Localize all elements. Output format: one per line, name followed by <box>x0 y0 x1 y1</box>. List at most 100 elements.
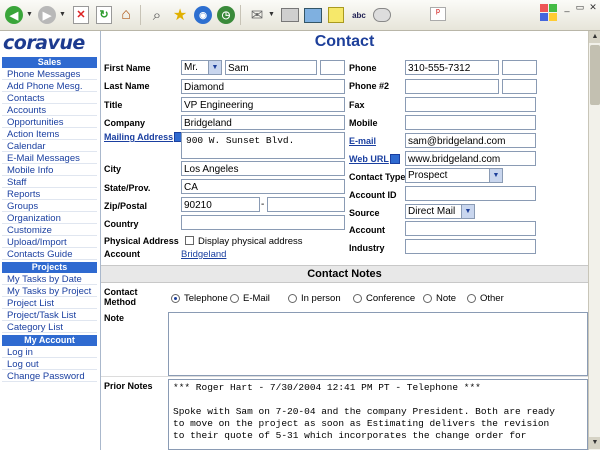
salutation-select[interactable]: Mr. ▼ <box>181 60 222 75</box>
restore-button[interactable]: ▭ <box>574 2 586 13</box>
close-button[interactable]: ✕ <box>587 2 599 13</box>
physical-address-label: Physical Address <box>104 236 179 246</box>
source-select[interactable]: Direct Mail ▼ <box>405 204 475 219</box>
scroll-down-button[interactable]: ▼ <box>589 437 600 449</box>
forward-icon[interactable]: ▶ <box>36 4 58 26</box>
phone2-ext-input[interactable] <box>502 79 537 94</box>
nav-item[interactable]: Log in <box>2 347 97 358</box>
nav-item[interactable]: Customize <box>2 225 97 236</box>
contact-type-select[interactable]: Prospect ▼ <box>405 168 503 183</box>
nav-item[interactable]: Opportunities <box>2 117 97 128</box>
email-input[interactable]: sam@bridgeland.com <box>405 133 536 148</box>
city-label: City <box>104 164 122 174</box>
mailing-address-input[interactable]: 900 W. Sunset Blvd. <box>181 132 345 159</box>
company-input[interactable]: Bridgeland <box>181 115 345 130</box>
zip-ext-input[interactable] <box>267 197 345 212</box>
contact-method-radio[interactable] <box>423 294 432 303</box>
nav-item[interactable]: My Tasks by Project <box>2 286 97 297</box>
chevron-down-icon[interactable]: ▼ <box>489 169 502 182</box>
nav-item[interactable]: Contacts <box>2 93 97 104</box>
title-label: Title <box>104 100 123 110</box>
browser-toolbar: ◀ ▼ ▶ ▼ ✕ ↻ ⌂ ⌕ ★ ◉ ◷ ✉ ▼ abc p _ ▭ ✕ <box>0 0 600 31</box>
nav-item[interactable]: Calendar <box>2 141 97 152</box>
back-icon[interactable]: ◀ <box>3 4 25 26</box>
account-id-input[interactable] <box>405 186 536 201</box>
mailing-address-link[interactable]: Mailing Address <box>104 132 185 142</box>
back-dropdown-icon[interactable]: ▼ <box>26 11 33 18</box>
nav-item[interactable]: Upload/Import <box>2 237 97 248</box>
mail-dropdown-icon[interactable]: ▼ <box>268 11 275 18</box>
contact-method-radio[interactable] <box>230 294 239 303</box>
favorites-icon[interactable]: ★ <box>169 4 191 26</box>
media-icon[interactable]: ◉ <box>192 4 214 26</box>
home-icon[interactable]: ⌂ <box>115 4 137 26</box>
scroll-up-button[interactable]: ▲ <box>589 31 600 43</box>
phone-input[interactable]: 310-555-7312 <box>405 60 499 75</box>
spell-check-icon[interactable]: abc <box>348 4 370 26</box>
phone2-input[interactable] <box>405 79 499 94</box>
chevron-down-icon[interactable]: ▼ <box>208 61 221 74</box>
mail-icon[interactable]: ✉ <box>246 4 268 26</box>
print-icon[interactable] <box>279 4 301 26</box>
account2-input[interactable] <box>405 221 536 236</box>
contact-method-radio[interactable] <box>467 294 476 303</box>
fax-input[interactable] <box>405 97 536 112</box>
stop-icon[interactable]: ✕ <box>70 4 92 26</box>
history-icon[interactable]: ◷ <box>215 4 237 26</box>
country-input[interactable] <box>181 215 345 230</box>
contact-method-radio[interactable] <box>288 294 297 303</box>
zip-label: Zip/Postal <box>104 201 148 211</box>
contact-method-radio[interactable] <box>171 294 180 303</box>
web-url-link[interactable]: Web URL <box>349 154 400 164</box>
last-name-label: Last Name <box>104 81 150 91</box>
nav-item[interactable]: E-Mail Messages <box>2 153 97 164</box>
email-link[interactable]: E-mail <box>349 136 376 146</box>
prior-notes-textarea[interactable]: *** Roger Hart - 7/30/2004 12:41 PM PT -… <box>168 379 588 450</box>
city-input[interactable]: Los Angeles <box>181 161 345 176</box>
refresh-icon[interactable]: ↻ <box>93 4 115 26</box>
nav-item[interactable]: Action Items <box>2 129 97 140</box>
contact-type-value: Prospect <box>408 170 448 181</box>
state-input[interactable]: CA <box>181 179 345 194</box>
messenger-icon[interactable] <box>371 4 393 26</box>
title-input[interactable]: VP Engineering <box>181 97 345 112</box>
nav-item[interactable]: Staff <box>2 177 97 188</box>
first-name-input[interactable]: Sam <box>225 60 317 75</box>
minimize-button[interactable]: _ <box>561 2 573 13</box>
nav-item[interactable]: Project List <box>2 298 97 309</box>
forward-dropdown-icon[interactable]: ▼ <box>59 11 66 18</box>
nav-item[interactable]: Category List <box>2 322 97 333</box>
nav-item[interactable]: Add Phone Mesg. <box>2 81 97 92</box>
name-extra-input[interactable] <box>320 60 345 75</box>
nav-item[interactable]: Mobile Info <box>2 165 97 176</box>
nav-item[interactable]: My Tasks by Date <box>2 274 97 285</box>
scroll-thumb[interactable] <box>590 45 600 105</box>
nav-item[interactable]: Phone Messages <box>2 69 97 80</box>
chevron-down-icon[interactable]: ▼ <box>461 205 474 218</box>
zip-input[interactable]: 90210 <box>181 197 260 212</box>
physical-address-checkbox[interactable] <box>185 236 194 245</box>
vertical-scrollbar[interactable]: ▲ ▼ <box>588 31 600 450</box>
account-link[interactable]: Bridgeland <box>181 249 226 260</box>
nav-item[interactable]: Project/Task List <box>2 310 97 321</box>
nav-item[interactable]: Reports <box>2 189 97 200</box>
last-name-input[interactable]: Diamond <box>181 79 345 94</box>
phone-ext-input[interactable] <box>502 60 537 75</box>
industry-input[interactable] <box>405 239 536 254</box>
note-textarea[interactable] <box>168 312 588 376</box>
mobile-input[interactable] <box>405 115 536 130</box>
web-url-input[interactable]: www.bridgeland.com <box>405 151 536 166</box>
page-title: Contact <box>314 33 375 50</box>
contact-method-radio[interactable] <box>353 294 362 303</box>
search-icon[interactable]: ⌕ <box>146 4 168 26</box>
nav-item[interactable]: Organization <box>2 213 97 224</box>
nav-item[interactable]: Groups <box>2 201 97 212</box>
nav-item[interactable]: Contacts Guide <box>2 249 97 260</box>
nav-item[interactable]: Change Password <box>2 371 97 382</box>
nav-item[interactable]: Accounts <box>2 105 97 116</box>
edit-icon[interactable] <box>302 4 324 26</box>
web-link-icon[interactable] <box>389 154 400 164</box>
notes-icon[interactable] <box>325 4 347 26</box>
coravue-logo[interactable]: coravue <box>3 32 98 54</box>
nav-item[interactable]: Log out <box>2 359 97 370</box>
